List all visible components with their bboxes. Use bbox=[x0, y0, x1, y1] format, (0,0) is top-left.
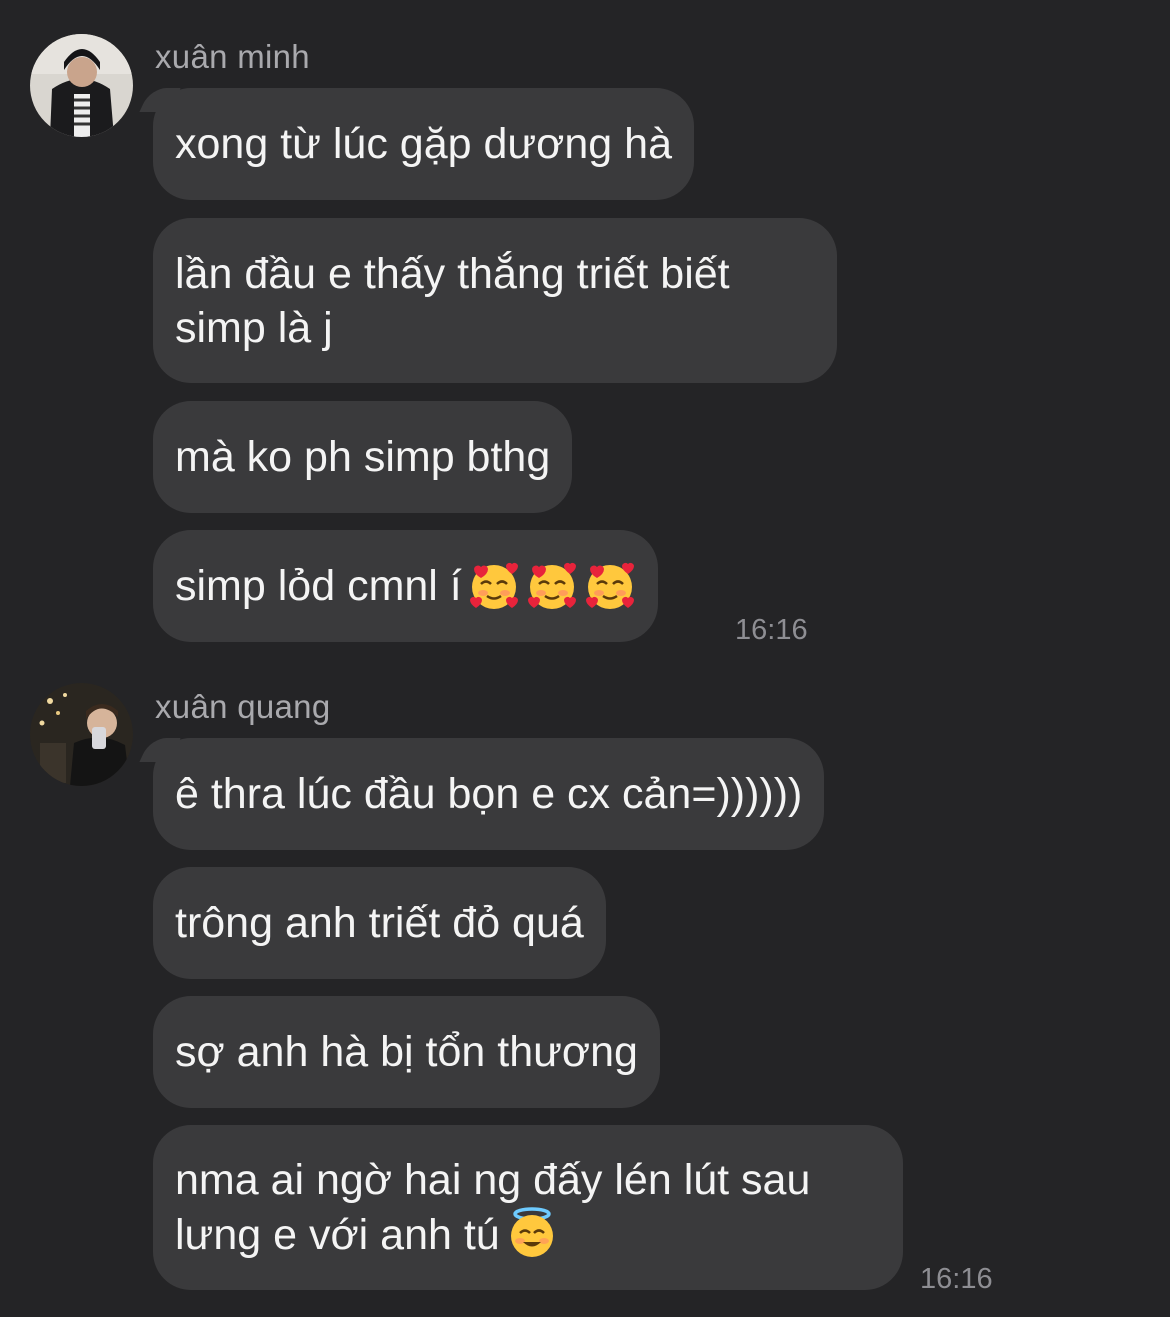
message-timestamp: 16:16 bbox=[735, 614, 808, 646]
message-text: ê thra lúc đầu bọn e cx cản=)))))) bbox=[175, 770, 803, 818]
message-bubble[interactable]: simp lỏd cmnl í bbox=[153, 530, 658, 642]
message-bubble[interactable]: ê thra lúc đầu bọn e cx cản=)))))) bbox=[153, 738, 825, 850]
chat-thread: xuân minh xong từ lúc gặp dương hà lần đ… bbox=[0, 0, 1170, 1317]
message-text: trông anh triết đỏ quá bbox=[175, 899, 584, 947]
avatar[interactable] bbox=[30, 34, 133, 137]
message-text: simp lỏd cmnl í bbox=[175, 562, 462, 610]
message-text: mà ko ph simp bthg bbox=[175, 433, 551, 481]
smiling-face-with-hearts-icon bbox=[526, 560, 578, 612]
message-bubble[interactable]: nma ai ngờ hai ng đấy lén lút sau lưng e… bbox=[153, 1125, 903, 1290]
smiling-face-with-hearts-icon bbox=[584, 560, 636, 612]
avatar[interactable] bbox=[30, 683, 133, 786]
message-text: xong từ lúc gặp dương hà bbox=[175, 120, 672, 168]
smiling-face-with-halo-icon bbox=[506, 1207, 558, 1259]
message-text-body: nma ai ngờ hai ng đấy lén lút sau lưng e… bbox=[175, 1156, 811, 1259]
sender-name: xuân quang bbox=[155, 688, 331, 725]
message-text: lần đầu e thấy thắng triết biết simp là … bbox=[175, 249, 730, 352]
smiling-face-with-hearts-icon bbox=[468, 560, 520, 612]
message-bubble[interactable]: mà ko ph simp bthg bbox=[153, 401, 573, 513]
message-bubble[interactable]: lần đầu e thấy thắng triết biết simp là … bbox=[153, 218, 837, 383]
message-bubble[interactable]: trông anh triết đỏ quá bbox=[153, 867, 606, 979]
sender-name: xuân minh bbox=[155, 38, 310, 75]
message-bubble[interactable]: sợ anh hà bị tổn thương bbox=[153, 996, 660, 1108]
message-text: nma ai ngờ hai ng đấy lén lút sau lưng e… bbox=[175, 1153, 881, 1262]
message-bubble[interactable]: xong từ lúc gặp dương hà bbox=[153, 88, 694, 200]
message-text: sợ anh hà bị tổn thương bbox=[175, 1028, 638, 1076]
message-timestamp: 16:16 bbox=[920, 1263, 993, 1295]
